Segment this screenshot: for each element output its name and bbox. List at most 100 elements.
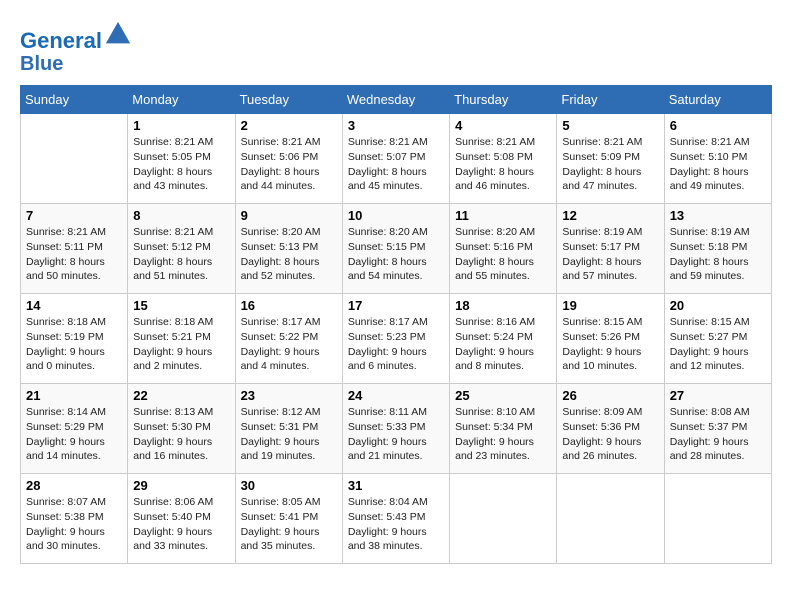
day-number: 19	[562, 298, 658, 313]
calendar-cell: 11 Sunrise: 8:20 AMSunset: 5:16 PMDayligh…	[450, 204, 557, 294]
calendar-cell: 29 Sunrise: 8:06 AMSunset: 5:40 PMDayligh…	[128, 474, 235, 564]
day-info: Sunrise: 8:15 AMSunset: 5:26 PMDaylight:…	[562, 315, 658, 374]
weekday-header-saturday: Saturday	[664, 86, 771, 114]
day-info: Sunrise: 8:20 AMSunset: 5:13 PMDaylight:…	[241, 225, 337, 284]
day-number: 23	[241, 388, 337, 403]
calendar-cell: 28Sunrise: 8:07 AMSunset: 5:38 PMDayligh…	[21, 474, 128, 564]
day-info: Sunrise: 8:05 AMSunset: 5:41 PMDaylight:…	[241, 495, 337, 554]
day-number: 29	[133, 478, 229, 493]
logo-blue: Blue	[20, 53, 132, 75]
day-number: 20	[670, 298, 766, 313]
day-number: 1	[133, 118, 229, 133]
calendar-cell: 3 Sunrise: 8:21 AMSunset: 5:07 PMDaylight…	[342, 114, 449, 204]
day-number: 6	[670, 118, 766, 133]
week-row-3: 14 Sunrise: 8:18 AMSunset: 5:19 PMDayligh…	[21, 294, 772, 384]
day-info: Sunrise: 8:12 AMSunset: 5:31 PMDaylight:…	[241, 405, 337, 464]
day-info: Sunrise: 8:09 AMSunset: 5:36 PMDaylight:…	[562, 405, 658, 464]
day-info: Sunrise: 8:19 AMSunset: 5:18 PMDaylight:…	[670, 225, 766, 284]
day-info: Sunrise: 8:15 AMSunset: 5:27 PMDaylight:…	[670, 315, 766, 374]
day-info: Sunrise: 8:16 AMSunset: 5:24 PMDaylight:…	[455, 315, 551, 374]
calendar-cell: 13 Sunrise: 8:19 AMSunset: 5:18 PMDayligh…	[664, 204, 771, 294]
day-number: 24	[348, 388, 444, 403]
day-info: Sunrise: 8:21 AMSunset: 5:08 PMDaylight:…	[455, 135, 551, 194]
day-info: Sunrise: 8:21 AMSunset: 5:09 PMDaylight:…	[562, 135, 658, 194]
page-header: General Blue	[20, 20, 772, 75]
week-row-4: 21 Sunrise: 8:14 AMSunset: 5:29 PMDayligh…	[21, 384, 772, 474]
day-number: 13	[670, 208, 766, 223]
day-info: Sunrise: 8:21 AMSunset: 5:12 PMDaylight:…	[133, 225, 229, 284]
day-number: 4	[455, 118, 551, 133]
calendar-cell: 8 Sunrise: 8:21 AMSunset: 5:12 PMDaylight…	[128, 204, 235, 294]
calendar-cell: 25 Sunrise: 8:10 AMSunset: 5:34 PMDayligh…	[450, 384, 557, 474]
day-info: Sunrise: 8:06 AMSunset: 5:40 PMDaylight:…	[133, 495, 229, 554]
day-info: Sunrise: 8:21 AMSunset: 5:06 PMDaylight:…	[241, 135, 337, 194]
day-info: Sunrise: 8:18 AMSunset: 5:21 PMDaylight:…	[133, 315, 229, 374]
calendar-cell: 14 Sunrise: 8:18 AMSunset: 5:19 PMDayligh…	[21, 294, 128, 384]
weekday-header-monday: Monday	[128, 86, 235, 114]
day-info: Sunrise: 8:21 AMSunset: 5:11 PMDaylight:…	[26, 225, 122, 284]
day-number: 9	[241, 208, 337, 223]
weekday-header-row: SundayMondayTuesdayWednesdayThursdayFrid…	[21, 86, 772, 114]
logo-icon	[104, 20, 132, 48]
weekday-header-thursday: Thursday	[450, 86, 557, 114]
day-number: 18	[455, 298, 551, 313]
weekday-header-tuesday: Tuesday	[235, 86, 342, 114]
calendar-cell: 6 Sunrise: 8:21 AMSunset: 5:10 PMDaylight…	[664, 114, 771, 204]
calendar-cell: 22 Sunrise: 8:13 AMSunset: 5:30 PMDayligh…	[128, 384, 235, 474]
day-number: 7	[26, 208, 122, 223]
calendar-cell: 9 Sunrise: 8:20 AMSunset: 5:13 PMDaylight…	[235, 204, 342, 294]
day-info: Sunrise: 8:21 AMSunset: 5:07 PMDaylight:…	[348, 135, 444, 194]
calendar-cell: 4 Sunrise: 8:21 AMSunset: 5:08 PMDaylight…	[450, 114, 557, 204]
day-number: 27	[670, 388, 766, 403]
weekday-header-friday: Friday	[557, 86, 664, 114]
calendar-cell: 18 Sunrise: 8:16 AMSunset: 5:24 PMDayligh…	[450, 294, 557, 384]
day-number: 14	[26, 298, 122, 313]
day-info: Sunrise: 8:20 AMSunset: 5:16 PMDaylight:…	[455, 225, 551, 284]
calendar-cell: 19 Sunrise: 8:15 AMSunset: 5:26 PMDayligh…	[557, 294, 664, 384]
logo: General Blue	[20, 20, 132, 75]
calendar-cell: 27 Sunrise: 8:08 AMSunset: 5:37 PMDayligh…	[664, 384, 771, 474]
day-info: Sunrise: 8:10 AMSunset: 5:34 PMDaylight:…	[455, 405, 551, 464]
day-info: Sunrise: 8:17 AMSunset: 5:22 PMDaylight:…	[241, 315, 337, 374]
day-info: Sunrise: 8:08 AMSunset: 5:37 PMDaylight:…	[670, 405, 766, 464]
day-number: 3	[348, 118, 444, 133]
calendar-cell: 10Sunrise: 8:20 AMSunset: 5:15 PMDayligh…	[342, 204, 449, 294]
day-info: Sunrise: 8:18 AMSunset: 5:19 PMDaylight:…	[26, 315, 122, 374]
calendar-table: SundayMondayTuesdayWednesdayThursdayFrid…	[20, 85, 772, 564]
day-info: Sunrise: 8:21 AMSunset: 5:05 PMDaylight:…	[133, 135, 229, 194]
calendar-cell: 16 Sunrise: 8:17 AMSunset: 5:22 PMDayligh…	[235, 294, 342, 384]
day-info: Sunrise: 8:07 AMSunset: 5:38 PMDaylight:…	[26, 495, 122, 554]
calendar-cell: 17 Sunrise: 8:17 AMSunset: 5:23 PMDayligh…	[342, 294, 449, 384]
calendar-cell	[557, 474, 664, 564]
day-number: 26	[562, 388, 658, 403]
day-number: 17	[348, 298, 444, 313]
day-number: 31	[348, 478, 444, 493]
day-info: Sunrise: 8:17 AMSunset: 5:23 PMDaylight:…	[348, 315, 444, 374]
calendar-cell	[450, 474, 557, 564]
day-number: 25	[455, 388, 551, 403]
day-info: Sunrise: 8:14 AMSunset: 5:29 PMDaylight:…	[26, 405, 122, 464]
calendar-cell: 31 Sunrise: 8:04 AMSunset: 5:43 PMDayligh…	[342, 474, 449, 564]
weekday-header-wednesday: Wednesday	[342, 86, 449, 114]
calendar-cell: 7 Sunrise: 8:21 AMSunset: 5:11 PMDaylight…	[21, 204, 128, 294]
day-number: 12	[562, 208, 658, 223]
day-number: 16	[241, 298, 337, 313]
calendar-cell: 30Sunrise: 8:05 AMSunset: 5:41 PMDayligh…	[235, 474, 342, 564]
day-info: Sunrise: 8:21 AMSunset: 5:10 PMDaylight:…	[670, 135, 766, 194]
day-info: Sunrise: 8:04 AMSunset: 5:43 PMDaylight:…	[348, 495, 444, 554]
calendar-cell: 26 Sunrise: 8:09 AMSunset: 5:36 PMDayligh…	[557, 384, 664, 474]
calendar-cell: 24 Sunrise: 8:11 AMSunset: 5:33 PMDayligh…	[342, 384, 449, 474]
day-info: Sunrise: 8:13 AMSunset: 5:30 PMDaylight:…	[133, 405, 229, 464]
day-info: Sunrise: 8:11 AMSunset: 5:33 PMDaylight:…	[348, 405, 444, 464]
calendar-cell: 23 Sunrise: 8:12 AMSunset: 5:31 PMDayligh…	[235, 384, 342, 474]
week-row-2: 7 Sunrise: 8:21 AMSunset: 5:11 PMDaylight…	[21, 204, 772, 294]
calendar-cell	[664, 474, 771, 564]
calendar-cell: 12Sunrise: 8:19 AMSunset: 5:17 PMDayligh…	[557, 204, 664, 294]
day-number: 21	[26, 388, 122, 403]
day-number: 8	[133, 208, 229, 223]
week-row-1: 1 Sunrise: 8:21 AMSunset: 5:05 PMDaylight…	[21, 114, 772, 204]
calendar-cell: 5Sunrise: 8:21 AMSunset: 5:09 PMDaylight…	[557, 114, 664, 204]
day-number: 10	[348, 208, 444, 223]
day-number: 11	[455, 208, 551, 223]
day-number: 22	[133, 388, 229, 403]
